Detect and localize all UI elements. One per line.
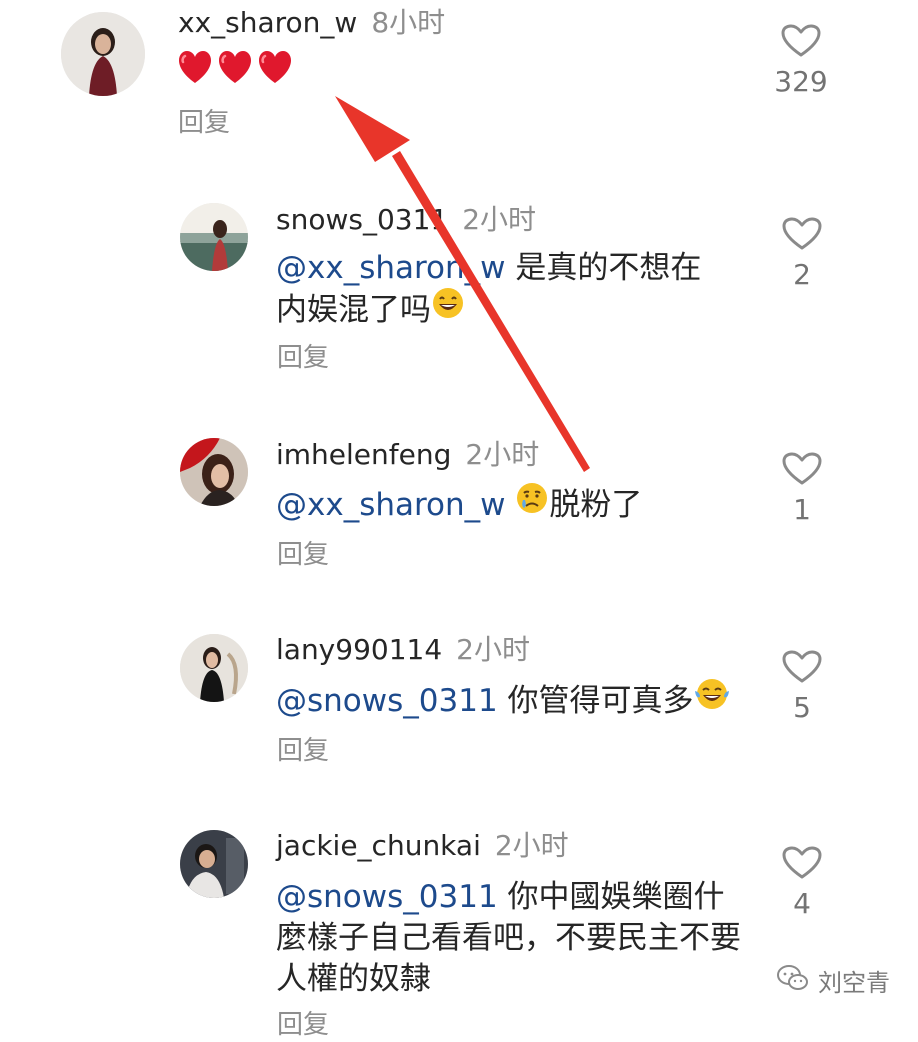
timestamp: 2小时: [456, 633, 530, 666]
comment-meta: jackie_chunkai 2小时: [276, 828, 569, 864]
like-button[interactable]: 1: [762, 452, 842, 528]
timestamp: 2小时: [465, 438, 540, 471]
comment-meta: lany990114 2小时: [276, 632, 530, 668]
comment-meta: snows_0311 2小时: [276, 202, 536, 238]
username[interactable]: jackie_chunkai: [276, 829, 481, 862]
like-button[interactable]: 2: [762, 217, 842, 293]
tears-of-joy-face-icon: [694, 677, 730, 722]
comment-text: [176, 49, 294, 99]
comment-meta: xx_sharon_w 8小时: [178, 5, 445, 41]
avatar[interactable]: [180, 634, 248, 702]
comment-xx-sharon-w: xx_sharon_w 8小时 回复 329: [0, 0, 918, 160]
like-button[interactable]: 329: [761, 24, 841, 100]
username[interactable]: xx_sharon_w: [178, 6, 357, 39]
heart-outline-icon: [782, 846, 822, 879]
heart-outline-icon: [781, 24, 821, 57]
reply-button[interactable]: 回复: [277, 1008, 329, 1042]
like-count: 2: [793, 258, 811, 291]
like-count: 1: [793, 493, 811, 526]
heart-outline-icon: [782, 452, 822, 485]
username[interactable]: imhelenfeng: [276, 438, 451, 471]
comment-text-content: 脱粉了: [549, 487, 643, 523]
timestamp: 8小时: [371, 6, 446, 39]
comment-text: @xx_sharon_w 是真的不想在内娱混了吗: [276, 248, 726, 334]
comment-meta: imhelenfeng 2小时: [276, 437, 539, 473]
avatar[interactable]: [180, 830, 248, 898]
mention-link[interactable]: @xx_sharon_w: [276, 487, 506, 523]
red-heart-icon: [216, 49, 254, 96]
grinning-face-icon: [431, 286, 465, 331]
like-count: 329: [774, 65, 828, 98]
like-button[interactable]: 4: [762, 846, 842, 922]
username[interactable]: lany990114: [276, 633, 442, 666]
reply-button[interactable]: 回复: [277, 734, 329, 768]
heart-outline-icon: [782, 650, 822, 683]
mention-link[interactable]: @snows_0311: [276, 879, 498, 915]
like-count: 4: [793, 887, 811, 920]
watermark: 刘空青: [776, 963, 890, 998]
comment-snows-0311: snows_0311 2小时 @xx_sharon_w 是真的不想在内娱混了吗 回…: [0, 195, 918, 395]
comment-imhelenfeng: imhelenfeng 2小时 @xx_sharon_w 脱粉了 回复 1: [0, 430, 918, 600]
red-heart-icon: [256, 49, 294, 96]
watermark-text: 刘空青: [818, 969, 890, 997]
like-button[interactable]: 5: [762, 650, 842, 726]
timestamp: 2小时: [462, 203, 537, 236]
wechat-icon: [776, 964, 810, 998]
avatar[interactable]: [180, 203, 248, 271]
mention-link[interactable]: @xx_sharon_w: [276, 250, 506, 286]
avatar[interactable]: [180, 438, 248, 506]
reply-button[interactable]: 回复: [277, 341, 329, 375]
comment-text: @snows_0311 你中國娛樂圈什麼樣子自己看看吧，不要民主不要人權的奴隸: [276, 877, 746, 1000]
crying-face-icon: [515, 481, 549, 526]
reply-button[interactable]: 回复: [178, 106, 230, 140]
timestamp: 2小时: [494, 829, 569, 862]
comment-lany990114: lany990114 2小时 @snows_0311 你管得可真多 回复 5: [0, 626, 918, 796]
mention-link[interactable]: @snows_0311: [276, 683, 498, 719]
comment-text: @snows_0311 你管得可真多: [276, 677, 756, 725]
red-heart-icon: [176, 49, 214, 96]
reply-button[interactable]: 回复: [277, 538, 329, 572]
username[interactable]: snows_0311: [276, 203, 448, 236]
like-count: 5: [793, 691, 811, 724]
avatar[interactable]: [61, 12, 145, 96]
heart-outline-icon: [782, 217, 822, 250]
comment-text: @xx_sharon_w 脱粉了: [276, 481, 746, 529]
comment-text-content: 你管得可真多: [497, 683, 694, 719]
